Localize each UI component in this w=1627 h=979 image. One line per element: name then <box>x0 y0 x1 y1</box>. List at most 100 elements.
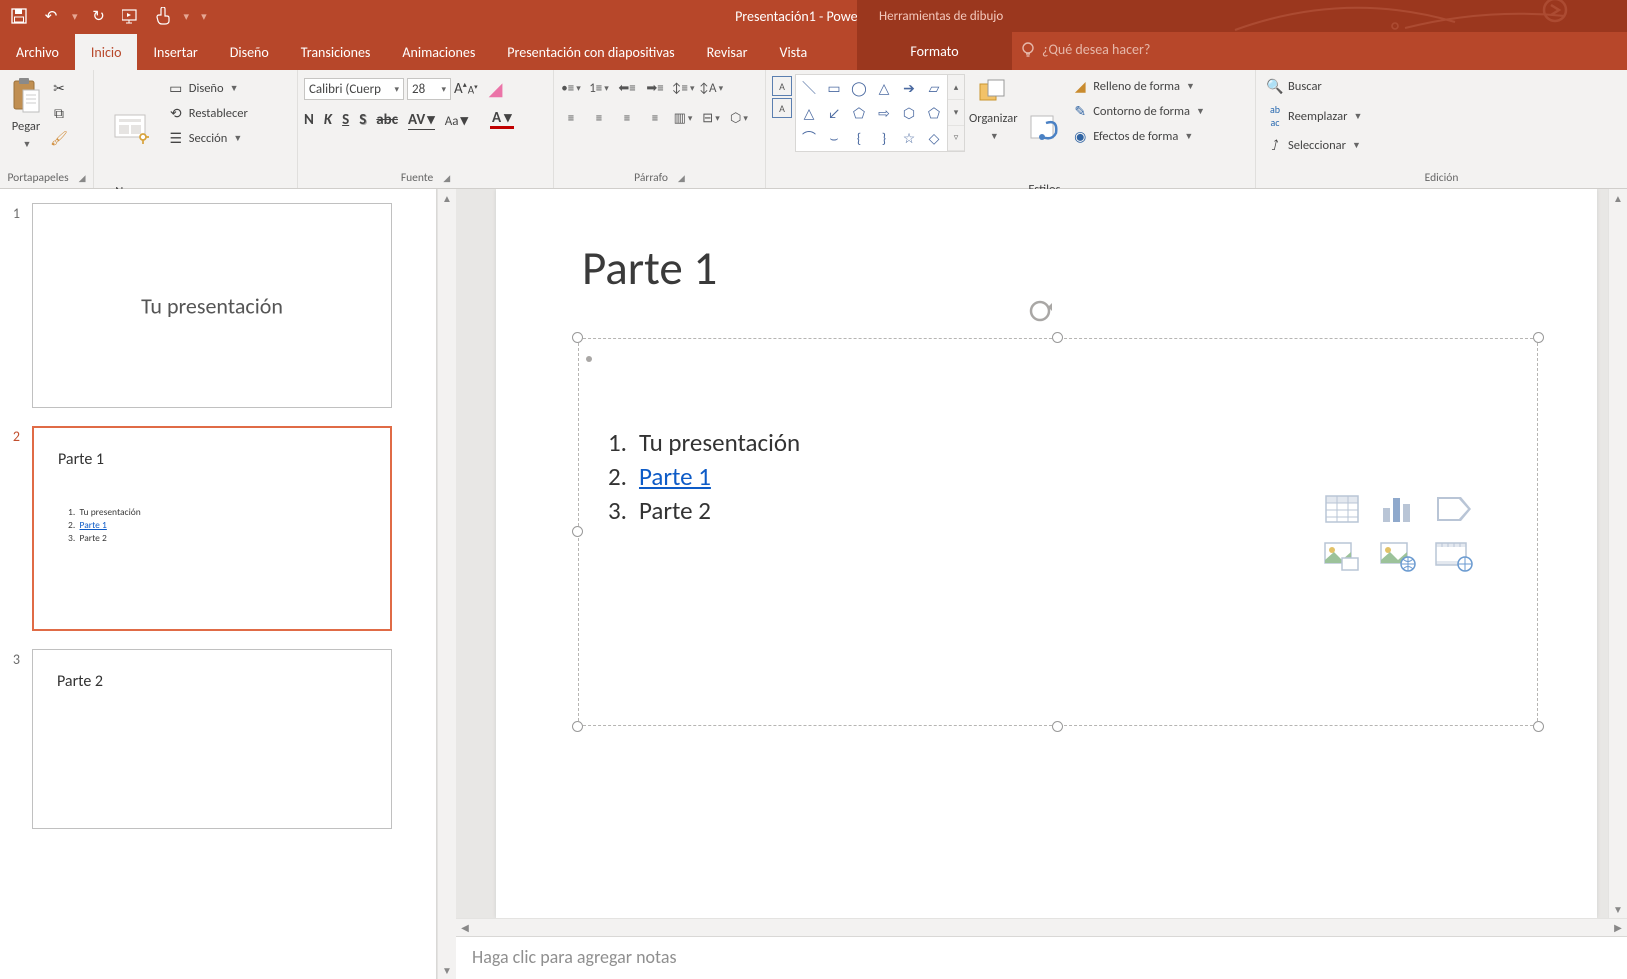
insert-smartart-icon[interactable] <box>1430 488 1478 530</box>
tab-format[interactable]: Formato <box>857 32 1012 70</box>
numbering-button[interactable]: 1≡▾ <box>588 78 610 98</box>
cut-button[interactable]: ✂ <box>46 78 72 99</box>
resize-handle[interactable] <box>572 526 583 537</box>
line-spacing-button[interactable]: ↕≡▾ <box>672 78 694 98</box>
rotate-handle-icon[interactable] <box>1026 297 1054 325</box>
change-case-button[interactable]: Aa▾ <box>445 111 468 130</box>
tab-slideshow[interactable]: Presentación con diapositivas <box>491 34 690 70</box>
tab-home[interactable]: Inicio <box>75 34 138 70</box>
replace-button[interactable]: abacReemplazar▼ <box>1262 101 1366 131</box>
format-painter-button[interactable]: 🖌 <box>46 128 72 149</box>
content-list[interactable]: 1.Tu presentación 2.Parte 1 3.Parte 2 <box>608 426 800 527</box>
columns-button[interactable]: ▥▾ <box>672 108 694 128</box>
clear-formatting-icon[interactable]: ◢ <box>489 78 503 100</box>
thumbnail-number: 2 <box>0 426 20 631</box>
workspace: 1 Tu presentación 2 Parte 1 1. Tu presen… <box>0 189 1627 979</box>
shadow-button[interactable]: S <box>359 111 366 129</box>
content-placeholder[interactable]: 1.Tu presentación 2.Parte 1 3.Parte 2 <box>578 338 1538 726</box>
slide-thumbnails-panel[interactable]: 1 Tu presentación 2 Parte 1 1. Tu presen… <box>0 189 437 979</box>
tab-view[interactable]: Vista <box>764 34 824 70</box>
copy-button[interactable]: ⧉ <box>46 103 72 124</box>
dialog-launcher-icon[interactable]: ◢ <box>678 173 685 184</box>
save-icon[interactable] <box>6 3 32 29</box>
canvas-hscrollbar[interactable]: ◀▶ <box>456 918 1627 936</box>
bold-button[interactable]: N <box>304 111 314 129</box>
select-button[interactable]: ⭜Seleccionar▼ <box>1262 135 1366 156</box>
shapes-gallery[interactable]: ＼▭◯△➔▱ △↙⬠⇨⬡⬠ ⌒⌣{}☆◇ <box>795 74 948 152</box>
shape-effects-button[interactable]: ◉Efectos de forma▼ <box>1067 126 1209 147</box>
textbox-icon[interactable]: A <box>772 76 792 96</box>
insert-online-pictures-icon[interactable] <box>1374 536 1422 578</box>
qat-touch-dropdown[interactable]: ▾ <box>184 10 190 23</box>
vert-textbox-icon[interactable]: A <box>772 98 792 118</box>
find-button[interactable]: 🔍Buscar <box>1262 76 1366 97</box>
decrease-indent-button[interactable]: ⬅≡ <box>616 78 638 98</box>
slide-canvas[interactable]: Parte 1 1.Tu presentación <box>496 189 1597 918</box>
qat-undo-dropdown[interactable]: ▾ <box>72 10 78 23</box>
justify-button[interactable]: ≡ <box>644 108 666 128</box>
notes-pane[interactable]: Haga clic para agregar notas <box>456 936 1627 979</box>
italic-button[interactable]: K <box>324 111 332 129</box>
scroll-down-icon[interactable]: ▼ <box>438 961 456 979</box>
tab-animations[interactable]: Animaciones <box>386 34 491 70</box>
resize-handle[interactable] <box>1533 332 1544 343</box>
insert-table-icon[interactable] <box>1318 488 1366 530</box>
align-text-button[interactable]: ⊟▾ <box>700 108 722 128</box>
shape-fill-button[interactable]: ◢Relleno de forma▼ <box>1067 76 1209 97</box>
arrange-button[interactable]: Organizar▼ <box>965 74 1022 149</box>
increase-indent-button[interactable]: ➡≡ <box>644 78 666 98</box>
align-right-button[interactable]: ≡ <box>616 108 638 128</box>
shape-outline-button[interactable]: ✎Contorno de forma▼ <box>1067 101 1209 122</box>
bullets-button[interactable]: •≡▾ <box>560 78 582 98</box>
text-direction-button[interactable]: ↕A▾ <box>700 78 722 98</box>
slide-thumbnail-2[interactable]: Parte 1 1. Tu presentación 2. Parte 1 3.… <box>32 426 392 631</box>
insert-video-icon[interactable] <box>1430 536 1478 578</box>
undo-icon[interactable]: ↶ <box>38 3 64 29</box>
font-name-combo[interactable]: Calibri (Cuerp▾ <box>304 78 404 100</box>
insert-chart-icon[interactable] <box>1374 488 1422 530</box>
slide-title[interactable]: Parte 1 <box>582 239 717 297</box>
font-size-combo[interactable]: 28▾ <box>407 78 451 100</box>
tab-transitions[interactable]: Transiciones <box>285 34 387 70</box>
resize-handle[interactable] <box>572 332 583 343</box>
resize-handle[interactable] <box>572 721 583 732</box>
increase-font-icon[interactable]: A▴ <box>454 80 467 98</box>
resize-handle[interactable] <box>1533 721 1544 732</box>
redo-icon[interactable]: ↻ <box>86 3 112 29</box>
group-font: Calibri (Cuerp▾ 28▾ A▴ A▾ ◢ N K S S abc … <box>298 70 554 188</box>
effects-icon: ◉ <box>1071 128 1089 145</box>
resize-handle[interactable] <box>1052 332 1063 343</box>
align-left-button[interactable]: ≡ <box>560 108 582 128</box>
canvas-vscrollbar[interactable]: ▲▼ <box>1608 189 1627 918</box>
tell-me-search[interactable]: ¿Qué desea hacer? <box>1020 41 1150 58</box>
slide-thumbnail-1[interactable]: Tu presentación <box>32 203 392 408</box>
strikethrough-button[interactable]: abc <box>376 111 398 129</box>
font-color-button[interactable]: A▾ <box>490 111 514 129</box>
resize-handle[interactable] <box>1052 721 1063 732</box>
underline-button[interactable]: S <box>342 111 349 129</box>
reset-slide-button[interactable]: ⟲Restablecer <box>163 103 252 124</box>
arrange-icon <box>978 78 1008 106</box>
touch-mode-icon[interactable] <box>150 3 176 29</box>
qat-customize-dropdown[interactable]: ▾ <box>201 10 207 23</box>
tab-design[interactable]: Diseño <box>214 34 285 70</box>
scroll-up-icon[interactable]: ▲ <box>438 189 456 207</box>
decrease-font-icon[interactable]: A▾ <box>468 82 478 97</box>
char-spacing-button[interactable]: AV▾ <box>408 110 435 130</box>
insert-pictures-icon[interactable] <box>1318 536 1366 578</box>
section-button[interactable]: ☰Sección▼ <box>163 128 252 149</box>
slide-layout-button[interactable]: ▭Diseño▼ <box>163 78 252 99</box>
slide-thumbnail-3[interactable]: Parte 2 <box>32 649 392 829</box>
paste-button[interactable]: Pegar ▼ <box>6 74 46 157</box>
group-paragraph: •≡▾ 1≡▾ ⬅≡ ➡≡ ↕≡▾ ↕A▾ ≡ ≡ ≡ ≡ ▥▾ ⊟▾ ⬡▾ P… <box>554 70 766 188</box>
start-from-beginning-icon[interactable] <box>118 3 144 29</box>
align-center-button[interactable]: ≡ <box>588 108 610 128</box>
dialog-launcher-icon[interactable]: ◢ <box>443 173 450 184</box>
tab-review[interactable]: Revisar <box>691 34 764 70</box>
thumbnails-scrollbar[interactable]: ▲ ▼ <box>437 189 456 979</box>
shapes-gallery-scroll[interactable]: ▴▾▿ <box>948 74 965 152</box>
dialog-launcher-icon[interactable]: ◢ <box>79 173 86 184</box>
tab-file[interactable]: Archivo <box>0 34 75 70</box>
smartart-convert-button[interactable]: ⬡▾ <box>728 108 750 128</box>
tab-insert[interactable]: Insertar <box>137 34 213 70</box>
